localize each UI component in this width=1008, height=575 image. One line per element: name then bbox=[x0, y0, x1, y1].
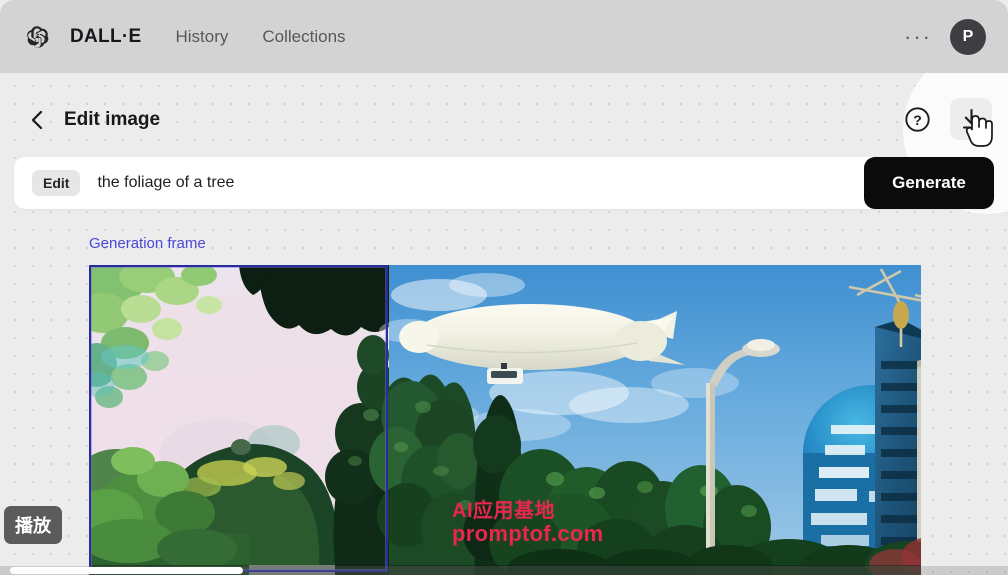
glass-tower bbox=[875, 319, 921, 575]
prompt-input[interactable]: the foliage of a tree bbox=[97, 174, 994, 192]
overflow-menu-icon[interactable]: ··· bbox=[904, 25, 932, 47]
chevron-left-icon bbox=[31, 110, 43, 130]
page-title: Edit image bbox=[64, 109, 161, 130]
back-button[interactable] bbox=[24, 107, 50, 133]
editor-subheader: Edit image bbox=[0, 93, 1008, 147]
download-button[interactable] bbox=[950, 98, 992, 140]
openai-logo-icon[interactable] bbox=[22, 22, 52, 52]
brand-name: DALL·E bbox=[70, 25, 142, 47]
play-badge[interactable]: 播放 bbox=[4, 506, 62, 544]
generation-frame-label: Generation frame bbox=[89, 235, 206, 252]
nav-collections[interactable]: Collections bbox=[262, 27, 345, 47]
editor-actions: ? bbox=[896, 98, 992, 140]
horizontal-scrollbar-thumb[interactable] bbox=[10, 567, 243, 574]
svg-text:?: ? bbox=[913, 112, 922, 128]
nav-history[interactable]: History bbox=[175, 27, 228, 47]
download-icon bbox=[962, 108, 980, 129]
prompt-bar[interactable]: Edit the foliage of a tree bbox=[14, 157, 994, 209]
openai-logo-glyph bbox=[27, 25, 49, 48]
dalle-editor-app: Generation frame AI应用基地 promptof.com Edi… bbox=[0, 0, 1008, 575]
question-mark-circle-icon: ? bbox=[904, 106, 930, 132]
generation-frame[interactable] bbox=[89, 265, 388, 572]
help-button[interactable]: ? bbox=[896, 98, 938, 140]
mode-chip-edit[interactable]: Edit bbox=[32, 170, 81, 196]
avatar[interactable]: P bbox=[950, 18, 986, 55]
generate-button[interactable]: Generate bbox=[864, 157, 994, 209]
app-header: DALL·E History Collections ··· P bbox=[0, 0, 1008, 73]
